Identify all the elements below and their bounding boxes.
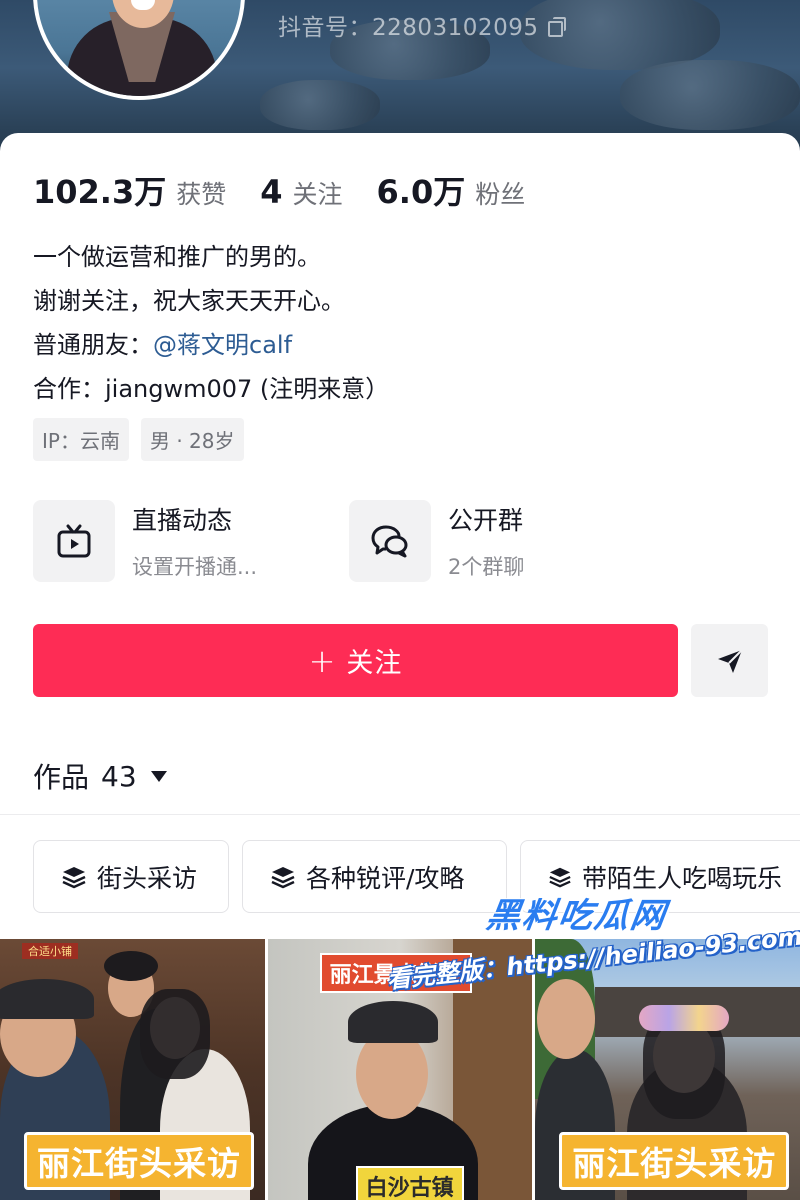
stat-following-label: 关注 [292,180,343,209]
divider [0,814,800,815]
video-thumbnail[interactable]: 丽江街头采访 [535,939,800,1200]
follow-button[interactable]: + 关注 [33,624,678,697]
video-thumbnail[interactable]: 合适小铺 丽江街头采访 [0,939,265,1200]
stat-followers[interactable]: 6.0万 粉丝 [377,167,526,213]
public-group-title: 公开群 [448,506,524,535]
collection-label: 各种锐评/攻略 [306,863,465,893]
collection-chips: 街头采访 各种锐评/攻略 带陌生人吃喝玩乐 [33,840,800,913]
douyin-id-text: 抖音号：22803102095 [278,15,539,41]
caret-down-icon [150,770,167,782]
stat-followers-value: 6.0万 [376,173,466,211]
works-label: 作品 [33,761,90,794]
stat-likes-label: 获赞 [176,180,227,209]
layers-icon [62,866,86,888]
douyin-id[interactable]: 抖音号：22803102095 [278,8,567,42]
bio-line-4: 合作：jiangwm007 (注明来意） [33,375,390,403]
bio: 一个做运营和推广的男的。 谢谢关注，祝大家天天开心。 普通朋友：@蒋文明calf… [33,235,389,411]
plus-icon: + [308,641,337,680]
stat-following[interactable]: 4 关注 [260,173,342,211]
tv-icon [33,500,115,582]
watermark-title: 黑料吃瓜网 [483,896,670,936]
profile-tags: IP：云南 男 · 28岁 [33,418,244,461]
stat-followers-label: 粉丝 [475,180,526,209]
video-title-label: 丽江街头采访 [24,1132,254,1190]
live-updates-subtitle: 设置开播通... [132,555,258,579]
copy-icon[interactable] [548,17,567,37]
bio-line-3-prefix: 普通朋友： [33,331,153,359]
live-updates-title: 直播动态 [132,506,233,535]
send-icon [717,648,743,673]
stat-likes: 102.3万 获赞 [33,167,226,213]
live-updates-entry[interactable]: 直播动态 设置开播通... [33,500,349,582]
public-group-entry[interactable]: 公开群 2个群聊 [349,500,665,582]
mention-link[interactable]: @蒋文明calf [153,331,292,359]
works-count: 43 [101,759,137,793]
follow-button-label: 关注 [346,648,403,679]
stats-row: 102.3万 获赞 4 关注 6.0万 粉丝 [33,167,559,213]
send-message-button[interactable] [691,624,768,697]
gender-age-tag: 男 · 28岁 [140,418,244,461]
bio-line-2: 谢谢关注，祝大家天天开心。 [33,287,345,315]
bio-line-1: 一个做运营和推广的男的。 [33,243,321,271]
video-bottom-label: 白沙古镇 [355,1166,464,1200]
shop-sign: 合适小铺 [22,943,78,959]
collection-reviews-guides[interactable]: 各种锐评/攻略 [242,840,507,913]
stat-likes-value: 102.3万 [33,173,167,211]
ip-location-tag: IP：云南 [33,418,129,461]
works-tab[interactable]: 作品 43 [33,756,167,796]
feature-entries: 直播动态 设置开播通... 公开群 2个群聊 [33,500,773,582]
collection-street-interview[interactable]: 街头采访 [33,840,229,913]
profile-card: 102.3万 获赞 4 关注 6.0万 粉丝 一个做运营和推广的男的。 谢谢关注… [0,133,800,1200]
collection-label: 街头采访 [97,863,198,893]
action-row: + 关注 [33,624,768,697]
stat-following-value: 4 [260,173,283,211]
public-group-subtitle: 2个群聊 [448,555,525,579]
video-title-label: 丽江街头采访 [559,1132,790,1190]
layers-icon [549,867,571,887]
chat-bubbles-icon [349,500,431,582]
bio-line-3: 普通朋友：@蒋文明calf [33,323,389,367]
layers-icon [271,866,295,888]
